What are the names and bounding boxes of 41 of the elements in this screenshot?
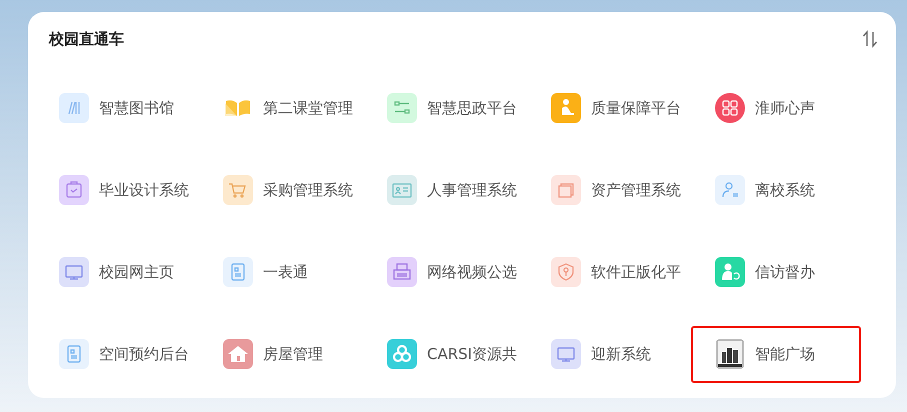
- app-link[interactable]: 智慧思政平台: [387, 93, 517, 123]
- monitor-icon: [551, 339, 581, 369]
- building-icon: [715, 339, 745, 369]
- app-link[interactable]: 软件正版化平: [551, 257, 681, 287]
- pages-icon: [551, 175, 581, 205]
- printer-icon: [387, 257, 417, 287]
- app-link[interactable]: 资产管理系统: [551, 175, 681, 205]
- app-link[interactable]: 淮师心声: [715, 93, 815, 123]
- app-link[interactable]: 智慧图书馆: [59, 93, 174, 123]
- app-link[interactable]: 一表通: [223, 257, 308, 287]
- shield-icon: [551, 257, 581, 287]
- user-icon: [715, 175, 745, 205]
- app-link[interactable]: 毕业设计系统: [59, 175, 189, 205]
- house-icon: [223, 339, 253, 369]
- app-link[interactable]: 人事管理系统: [387, 175, 517, 205]
- sort-icon[interactable]: [862, 30, 878, 48]
- app-link[interactable]: 网络视频公选: [387, 257, 517, 287]
- sliders-icon: [387, 93, 417, 123]
- app-link[interactable]: 房屋管理: [223, 339, 323, 369]
- person-icon: [715, 257, 745, 287]
- app-link[interactable]: CARSI资源共: [387, 339, 518, 369]
- app-link[interactable]: 迎新系统: [551, 339, 651, 369]
- app-link[interactable]: 采购管理系统: [223, 175, 353, 205]
- cart-icon: [223, 175, 253, 205]
- app-link[interactable]: 质量保障平台: [551, 93, 681, 123]
- app-link[interactable]: 信访督办: [715, 257, 815, 287]
- monitor-icon: [59, 257, 89, 287]
- app-link[interactable]: 第二课堂管理: [223, 93, 353, 123]
- id-card-icon: [387, 175, 417, 205]
- document-icon: [59, 339, 89, 369]
- panel-title: 校园直通车: [49, 30, 124, 48]
- app-link[interactable]: 智能广场: [715, 339, 815, 369]
- books-icon: [59, 93, 89, 123]
- app-link[interactable]: 离校系统: [715, 175, 815, 205]
- grid-icon: [715, 93, 745, 123]
- document-icon: [223, 257, 253, 287]
- app-link[interactable]: 校园网主页: [59, 257, 174, 287]
- circles-icon: [387, 339, 417, 369]
- clipboard-icon: [59, 175, 89, 205]
- person-icon: [551, 93, 581, 123]
- app-link[interactable]: 空间预约后台: [59, 339, 189, 369]
